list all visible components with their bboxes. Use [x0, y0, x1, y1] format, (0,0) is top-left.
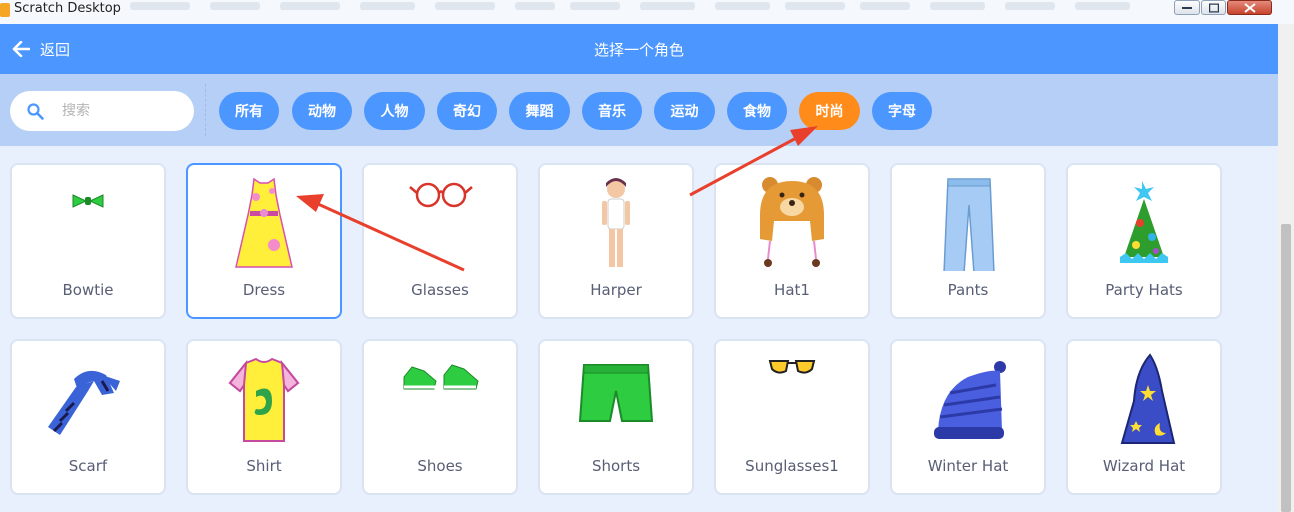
sprite-card-glasses[interactable]: Glasses — [362, 163, 518, 319]
sprite-name: Bowtie — [62, 281, 114, 299]
blurred-taskbar-item — [860, 2, 910, 10]
sprite-name: Glasses — [411, 281, 469, 299]
blurred-taskbar-item — [1075, 2, 1130, 10]
sprite-card-wizard-hat[interactable]: Wizard Hat — [1066, 339, 1222, 495]
sprite-card-shorts[interactable]: Shorts — [538, 339, 694, 495]
toolbar-divider — [205, 84, 206, 136]
blurred-taskbar-item — [210, 2, 260, 10]
filter-toolbar: 所有 动物 人物 奇幻 舞蹈 音乐 运动 食物 时尚 字母 — [0, 74, 1278, 146]
tag-all[interactable]: 所有 — [219, 92, 279, 130]
scarf-icon — [48, 370, 120, 435]
tag-letters[interactable]: 字母 — [872, 92, 932, 130]
blurred-taskbar-item — [715, 2, 770, 10]
glasses-icon — [409, 182, 473, 208]
sprite-name: Shorts — [591, 457, 641, 475]
library-header: 返回 选择一个角色 — [0, 24, 1278, 74]
pants-icon — [943, 178, 995, 271]
sprite-name: Pants — [947, 281, 989, 299]
tag-dance[interactable]: 舞蹈 — [509, 92, 570, 130]
window-title: Scratch Desktop — [14, 1, 121, 16]
sprite-name: Harper — [590, 281, 642, 299]
minimize-icon — [1182, 6, 1192, 9]
page-title: 选择一个角色 — [593, 41, 684, 59]
bowtie-icon — [72, 194, 104, 208]
shirt-icon — [228, 357, 300, 442]
sprite-card-dress[interactable]: Dress — [186, 163, 342, 319]
tag-sports[interactable]: 运动 — [654, 92, 715, 130]
sprite-card-hat1[interactable]: Hat1 — [714, 163, 870, 319]
scratch-app-icon — [0, 3, 10, 17]
search-icon — [27, 103, 44, 120]
winter-hat-icon — [934, 361, 1006, 439]
sprite-card-winter-hat[interactable]: Winter Hat — [890, 339, 1046, 495]
shorts-icon — [578, 364, 654, 422]
tag-fashion[interactable]: 时尚 — [799, 92, 860, 130]
bear-hat-icon — [760, 177, 824, 267]
sprite-card-bowtie[interactable]: Bowtie — [10, 163, 166, 319]
blurred-taskbar-item — [360, 2, 415, 10]
sprite-grid: Bowtie Dress Glasses Harper Hat1 Pants P… — [0, 146, 1278, 512]
window-titlebar: Scratch Desktop — [0, 0, 1294, 24]
sprite-name: Hat1 — [774, 281, 810, 299]
sprite-name: Shoes — [417, 457, 463, 475]
blurred-taskbar-item — [570, 2, 620, 10]
sprite-name: Sunglasses1 — [745, 457, 839, 475]
close-button[interactable] — [1227, 0, 1272, 15]
vertical-scrollbar[interactable] — [1278, 24, 1294, 512]
close-icon — [1243, 2, 1256, 13]
sprite-name: Shirt — [246, 457, 282, 475]
blurred-taskbar-item — [640, 2, 695, 10]
sprite-card-scarf[interactable]: Scarf — [10, 339, 166, 495]
sprite-card-harper[interactable]: Harper — [538, 163, 694, 319]
search-box[interactable] — [10, 91, 194, 131]
search-input[interactable] — [60, 99, 184, 123]
tag-fantasy[interactable]: 奇幻 — [437, 92, 497, 130]
party-hat-icon — [1120, 181, 1168, 263]
sprite-card-shirt[interactable]: Shirt — [186, 339, 342, 495]
blurred-taskbar-item — [1005, 2, 1055, 10]
scrollbar-thumb[interactable] — [1281, 224, 1291, 512]
tag-people[interactable]: 人物 — [364, 92, 425, 130]
dress-icon — [235, 177, 293, 268]
shoes-icon — [403, 364, 479, 390]
blurred-taskbar-item — [280, 2, 340, 10]
sprite-card-pants[interactable]: Pants — [890, 163, 1046, 319]
blurred-taskbar-item — [435, 2, 495, 10]
sprite-card-sunglasses1[interactable]: Sunglasses1 — [714, 339, 870, 495]
sprite-name: Winter Hat — [927, 457, 1009, 475]
tag-music[interactable]: 音乐 — [582, 92, 642, 130]
wizard-hat-icon — [1120, 353, 1176, 444]
maximize-button[interactable] — [1201, 0, 1226, 15]
sprite-card-shoes[interactable]: Shoes — [362, 339, 518, 495]
sprite-card-party-hats[interactable]: Party Hats — [1066, 163, 1222, 319]
harper-icon — [602, 178, 630, 267]
sprite-name: Party Hats — [1105, 281, 1183, 299]
sprite-name: Dress — [242, 281, 286, 299]
blurred-taskbar-item — [130, 2, 190, 10]
minimize-button[interactable] — [1174, 0, 1200, 15]
blurred-taskbar-item — [515, 2, 555, 10]
tag-food[interactable]: 食物 — [727, 92, 787, 130]
blurred-taskbar-item — [930, 2, 985, 10]
tag-animals[interactable]: 动物 — [292, 92, 352, 130]
maximize-icon — [1208, 3, 1219, 12]
sprite-name: Wizard Hat — [1102, 457, 1186, 475]
sprite-name: Scarf — [68, 457, 108, 475]
blurred-taskbar-item — [785, 2, 845, 10]
sunglasses-icon — [768, 360, 816, 374]
